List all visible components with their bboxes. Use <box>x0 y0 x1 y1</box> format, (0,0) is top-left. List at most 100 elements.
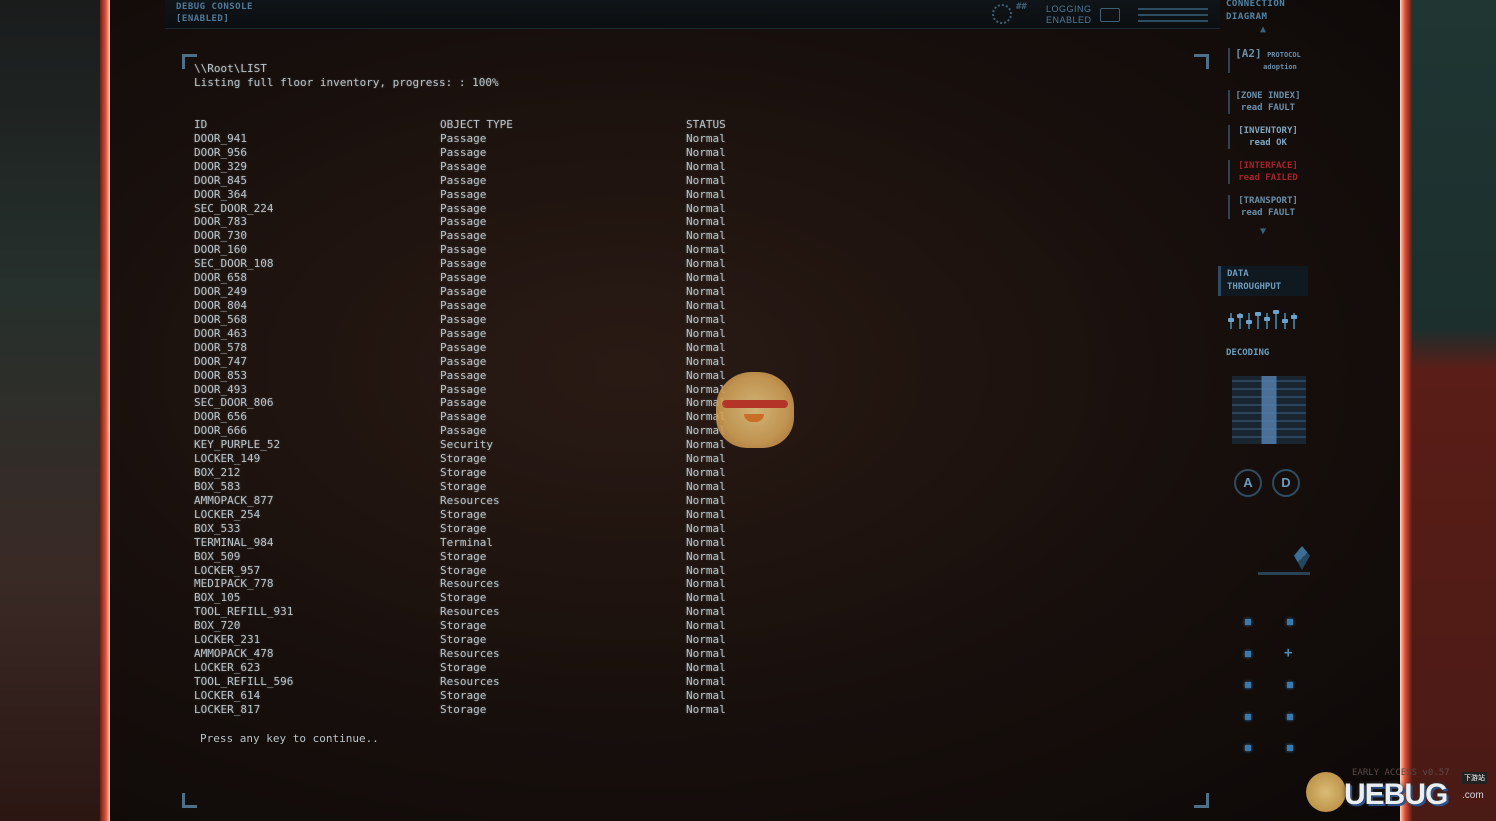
cell-status: Normal <box>686 159 726 173</box>
table-row: DOOR_329 Passage Normal <box>194 159 726 174</box>
table-row: DOOR_783 Passage Normal <box>194 215 726 229</box>
inventory-table: ID OBJECT TYPE STATUS DOOR_941 Passage Nor… <box>194 118 726 717</box>
cell-id: LOCKER_231 <box>194 633 261 647</box>
cell-id: TERMINAL_984 <box>194 535 274 549</box>
cell-id: BOX_583 <box>194 479 241 493</box>
table-row: DOOR_845 Passage Normal <box>194 174 726 188</box>
cell-id: DOOR_249 <box>194 285 247 299</box>
table-header-row: ID OBJECT TYPE STATUS <box>194 118 726 132</box>
cell-object-type: Storage <box>440 591 487 605</box>
table-row: SEC_DOOR_806 Passage Normal <box>194 396 726 410</box>
cell-status: Normal <box>686 312 726 326</box>
chevron-up-icon[interactable]: ▲ <box>1260 24 1266 35</box>
cell-id: DOOR_730 <box>194 229 247 243</box>
cell-status: Normal <box>686 660 726 674</box>
decoding-label: DECODING <box>1226 348 1270 358</box>
hash-icon: ## <box>1016 2 1027 12</box>
table-row: BOX_212 Storage Normal <box>194 466 726 480</box>
table-row: BOX_105 Storage Normal <box>194 591 726 605</box>
cell-id: DOOR_578 <box>194 340 247 354</box>
cell-object-type: Passage <box>440 229 487 243</box>
cell-id: DOOR_666 <box>194 424 247 438</box>
diagram-item-interface[interactable]: [INTERFACE] read FAILED <box>1228 160 1306 184</box>
cell-id: DOOR_941 <box>194 131 247 145</box>
cell-object-type: Resources <box>440 647 500 661</box>
cell-status: Normal <box>686 131 726 145</box>
status-dot <box>1245 714 1251 720</box>
diagram-item-transport-label: [TRANSPORT] <box>1238 196 1298 206</box>
cell-id: TOOL_REFILL_931 <box>194 605 294 619</box>
diagram-item-inventory[interactable]: [INVENTORY] read OK <box>1228 125 1306 149</box>
cell-status: Normal <box>686 605 726 619</box>
table-row: BOX_533 Storage Normal <box>194 522 726 536</box>
table-row: TERMINAL_984 Terminal Normal <box>194 535 726 550</box>
cell-object-type: Passage <box>440 382 487 396</box>
cell-id: LOCKER_254 <box>194 507 261 521</box>
cell-object-type: Storage <box>440 507 487 521</box>
cell-object-type: Resources <box>440 577 500 591</box>
cell-status: Normal <box>686 326 726 340</box>
status-dot <box>1245 619 1251 625</box>
signal-bars-icon <box>1138 4 1208 24</box>
cell-id: DOOR_568 <box>194 312 247 326</box>
table-row: SEC_DOOR_108 Passage Normal <box>194 257 726 271</box>
cell-status: Normal <box>686 354 726 368</box>
cell-status: Normal <box>686 479 726 493</box>
table-row: DOOR_493 Passage Normal <box>194 382 726 397</box>
table-row: LOCKER_623 Storage Normal <box>194 660 726 675</box>
corner-bracket-bottom-right <box>1194 793 1209 808</box>
cell-object-type: Storage <box>440 466 487 480</box>
table-row: DOOR_941 Passage Normal <box>194 131 726 146</box>
table-row: BOX_720 Storage Normal <box>194 619 726 633</box>
cell-id: LOCKER_623 <box>194 660 261 674</box>
cell-id: DOOR_853 <box>194 368 247 382</box>
table-row: LOCKER_614 Storage Normal <box>194 688 726 703</box>
cell-id: DOOR_463 <box>194 326 247 340</box>
cell-status: Normal <box>686 368 726 382</box>
cell-object-type: Passage <box>440 326 487 340</box>
diagram-item-transport[interactable]: [TRANSPORT] read FAULT <box>1228 195 1306 219</box>
cell-status: Normal <box>686 674 726 688</box>
cell-object-type: Resources <box>440 674 500 688</box>
cell-object-type: Storage <box>440 479 487 493</box>
diagram-item-zone-index[interactable]: [ZONE INDEX] read FAULT <box>1228 90 1306 114</box>
cell-status: Normal <box>686 145 726 159</box>
table-row: LOCKER_957 Storage Normal <box>194 563 726 578</box>
cell-id: AMMOPACK_877 <box>194 493 274 507</box>
build-version-text: EARLY ACCESS v0.57 <box>1352 768 1450 778</box>
mascot-watermark-icon <box>716 372 794 448</box>
cell-id: LOCKER_614 <box>194 688 261 702</box>
d-button[interactable]: D <box>1272 469 1300 497</box>
equalizer-knob <box>1228 318 1234 322</box>
cell-id: LOCKER_957 <box>194 563 261 577</box>
logging-status: LOGGING ENABLED <box>1046 4 1092 26</box>
cell-object-type: Terminal <box>440 535 493 549</box>
table-row: TOOL_REFILL_931 Resources Normal <box>194 605 726 619</box>
cell-status: Normal <box>686 577 726 591</box>
diagram-item-protocol[interactable]: [A2] PROTOCOL adoption <box>1228 48 1306 73</box>
chevron-down-icon[interactable]: ▼ <box>1260 226 1266 237</box>
cell-status: Normal <box>686 257 726 271</box>
cell-object-type: Storage <box>440 702 487 716</box>
folder-icon[interactable] <box>1100 8 1120 22</box>
cell-id: DOOR_329 <box>194 159 247 173</box>
cell-id: DOOR_493 <box>194 382 247 396</box>
equalizer-knob <box>1282 319 1288 323</box>
table-row: LOCKER_817 Storage Normal <box>194 702 726 717</box>
a-button[interactable]: A <box>1234 469 1262 497</box>
cell-id: DOOR_747 <box>194 354 247 368</box>
equalizer-track <box>1275 313 1277 329</box>
equalizer-knob <box>1237 314 1243 318</box>
cell-object-type: Resources <box>440 493 500 507</box>
table-row: DOOR_364 Passage Normal <box>194 188 726 202</box>
cell-object-type: Passage <box>440 424 487 438</box>
diagram-item-inventory-status: read OK <box>1249 138 1287 148</box>
throughput-equalizer <box>1226 308 1306 334</box>
gear-icon[interactable] <box>992 4 1012 24</box>
table-row: BOX_583 Storage Normal <box>194 479 726 494</box>
equalizer-knob <box>1255 312 1261 316</box>
header-object-type: OBJECT TYPE <box>440 118 513 131</box>
diagram-item-protocol-label: [A2] <box>1235 47 1262 60</box>
diagram-item-inventory-label: [INVENTORY] <box>1238 126 1298 136</box>
cell-object-type: Passage <box>440 340 487 354</box>
